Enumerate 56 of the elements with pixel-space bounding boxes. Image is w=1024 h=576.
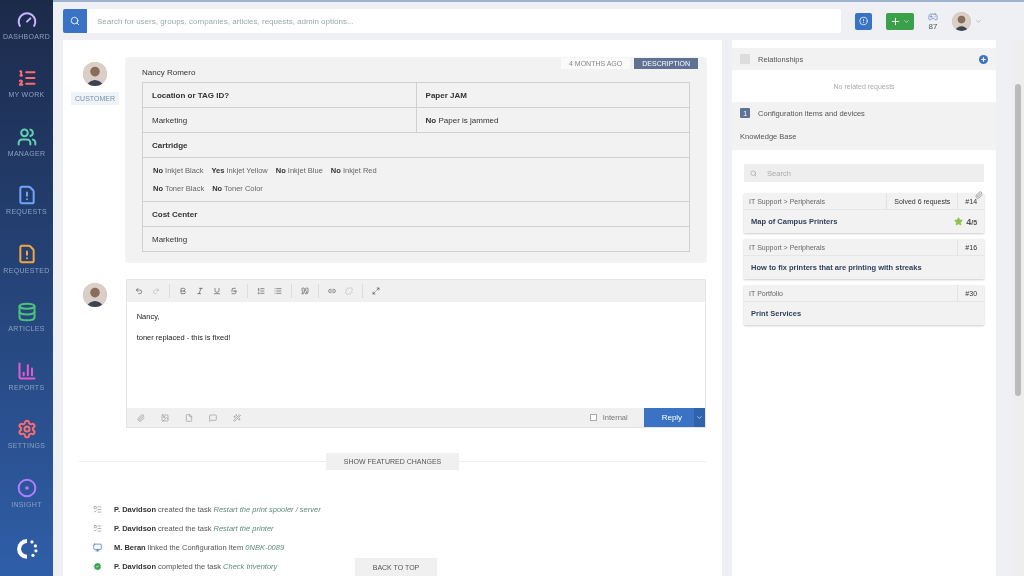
reply-button[interactable]: Reply xyxy=(643,408,695,427)
agent-avatar xyxy=(82,283,107,307)
quote-icon[interactable] xyxy=(300,287,309,295)
notifications-button[interactable]: 87 xyxy=(928,11,938,31)
field-label: Location or TAG ID? xyxy=(151,89,231,102)
list-icon xyxy=(16,68,37,89)
bar-chart-icon xyxy=(16,360,37,381)
create-button[interactable] xyxy=(886,12,914,30)
gauge-icon xyxy=(16,10,37,30)
author-name: Nancy Romero xyxy=(142,68,197,77)
bullet-list-icon[interactable] xyxy=(273,287,282,295)
field-label: Paper JAM xyxy=(415,83,690,107)
field-value: Marketing xyxy=(151,233,189,246)
customer-avatar xyxy=(83,62,107,86)
alert-icon xyxy=(16,243,37,264)
circle-icon xyxy=(16,477,37,498)
alert-button[interactable] xyxy=(855,12,872,30)
database-icon xyxy=(16,302,37,323)
caret-icon xyxy=(696,414,704,421)
alert-icon xyxy=(859,16,868,26)
link-icon[interactable] xyxy=(327,287,336,295)
comment-icon[interactable] xyxy=(208,413,217,422)
undo-icon[interactable] xyxy=(134,287,143,295)
caret-icon xyxy=(975,17,982,25)
fullscreen-icon[interactable] xyxy=(371,287,380,295)
task-list-icon xyxy=(93,505,102,514)
add-icon[interactable] xyxy=(979,54,989,64)
user-avatar xyxy=(952,11,971,31)
image-icon[interactable] xyxy=(160,413,169,422)
people-icon xyxy=(16,126,37,147)
search-icon xyxy=(70,16,80,26)
caret-icon xyxy=(903,17,910,25)
search-button[interactable] xyxy=(63,9,87,33)
task-list-icon xyxy=(93,524,102,533)
plus-icon xyxy=(890,15,901,27)
alert-icon xyxy=(16,185,37,206)
bold-icon[interactable] xyxy=(178,287,187,295)
file-icon[interactable] xyxy=(184,413,193,422)
strikethrough-icon[interactable] xyxy=(229,287,238,295)
field-value: No Paper is jammed xyxy=(415,108,690,132)
field-value: Marketing xyxy=(151,114,189,127)
numbered-list-icon[interactable] xyxy=(256,287,265,295)
underline-icon[interactable] xyxy=(212,287,221,295)
scrollbar-thumb[interactable] xyxy=(1015,84,1021,396)
italic-icon[interactable] xyxy=(195,287,204,295)
paperclip-icon[interactable] xyxy=(136,413,145,422)
wand-icon[interactable] xyxy=(232,413,241,422)
field-label: Cost Center xyxy=(151,208,199,221)
check-circle-icon xyxy=(93,562,102,571)
monitor-icon xyxy=(93,543,102,552)
reply-menu-button[interactable] xyxy=(694,408,706,427)
search-icon xyxy=(750,169,758,177)
gear-icon xyxy=(16,419,37,440)
internal-checkbox[interactable] xyxy=(589,414,597,421)
redo-icon[interactable] xyxy=(151,287,160,295)
field-label: Cartridge xyxy=(151,139,189,152)
